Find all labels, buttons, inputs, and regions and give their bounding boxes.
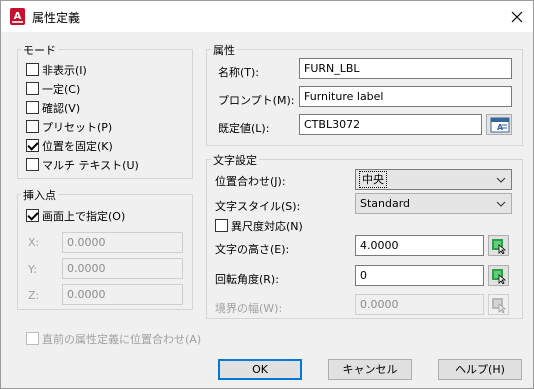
mode-invisible-checkbox[interactable]: 非表示(I) (26, 62, 87, 77)
z-label: Z: (28, 289, 40, 302)
prompt-label: プロンプト(M): (218, 94, 295, 107)
checkbox-label: マルチ テキスト(U) (42, 158, 139, 172)
text-style-label: 文字スタイル(S): (215, 200, 301, 213)
checkbox-label: 非表示(I) (42, 63, 87, 77)
boundary-width-field[interactable]: 0.0000 (355, 294, 484, 315)
svg-text:A: A (14, 11, 22, 22)
boundary-width-label: 境界の幅(W): (215, 302, 283, 315)
autocad-app-icon: A (10, 8, 25, 25)
checkbox-box[interactable] (26, 158, 39, 171)
x-label: X: (28, 236, 40, 249)
window-title: 属性定義 (32, 11, 81, 25)
pick-point-icon (492, 239, 507, 254)
tag-label: 名称(T): (218, 66, 260, 79)
checkbox-box[interactable] (26, 139, 39, 152)
insert-field-button[interactable]: A (486, 114, 512, 135)
checkbox-label: 確認(V) (42, 101, 81, 115)
y-field[interactable]: 0.0000 (62, 258, 183, 279)
rotation-label: 回転角度(R): (215, 273, 279, 286)
default-label: 既定値(L): (218, 122, 270, 135)
pick-point-icon (492, 298, 507, 313)
text-settings-group-label: 文字設定 (211, 152, 259, 168)
mode-verify-checkbox[interactable]: 確認(V) (26, 100, 80, 115)
checkbox-box[interactable] (26, 63, 39, 76)
help-button[interactable]: ヘルプ(H) (438, 359, 522, 380)
cancel-button[interactable]: キャンセル (328, 359, 412, 380)
align-below-previous-checkbox[interactable]: 直前の属性定義に位置合わせ(A) (26, 331, 201, 346)
y-label: Y: (28, 263, 37, 276)
chevron-down-icon (496, 177, 506, 183)
justification-label: 位置合わせ(J): (215, 175, 286, 188)
checkbox-box[interactable] (26, 332, 39, 345)
checkbox-box[interactable] (26, 82, 39, 95)
pick-rotation-button[interactable] (488, 265, 509, 286)
pick-height-button[interactable] (488, 235, 509, 256)
checkbox-label: 画面上で指定(O) (42, 209, 126, 223)
checkbox-label: 一定(C) (42, 82, 81, 96)
rotation-field[interactable]: 0 (355, 265, 484, 286)
ok-button[interactable]: OK (218, 359, 302, 380)
specify-on-screen-checkbox[interactable]: 画面上で指定(O) (26, 208, 125, 223)
annotative-checkbox[interactable]: 異尺度対応(N) (215, 218, 303, 233)
checkbox-box[interactable] (215, 219, 228, 232)
text-style-select[interactable]: Standard (355, 193, 512, 214)
close-icon[interactable] (506, 6, 528, 28)
title-bar[interactable]: A 属性定義 (1, 1, 533, 32)
pick-point-icon (492, 269, 507, 284)
pick-boundary-button[interactable] (488, 294, 509, 315)
mode-group-label: モード (21, 42, 58, 58)
mode-multiline-checkbox[interactable]: マルチ テキスト(U) (26, 157, 139, 172)
default-field[interactable]: CTBL3072 (299, 114, 482, 135)
z-field[interactable]: 0.0000 (62, 284, 183, 305)
text-height-field[interactable]: 4.0000 (355, 235, 484, 256)
insert-field-icon: A (490, 117, 510, 133)
checkbox-label: 異尺度対応(N) (231, 219, 303, 233)
mode-lock-position-checkbox[interactable]: 位置を固定(K) (26, 138, 113, 153)
checkbox-label: 直前の属性定義に位置合わせ(A) (42, 332, 202, 346)
attribute-group-label: 属性 (211, 42, 237, 58)
mode-preset-checkbox[interactable]: プリセット(P) (26, 119, 112, 134)
chevron-down-icon (496, 201, 506, 207)
checkbox-label: プリセット(P) (42, 120, 113, 134)
mode-constant-checkbox[interactable]: 一定(C) (26, 81, 80, 96)
tag-field[interactable]: FURN_LBL (299, 58, 512, 79)
checkbox-box[interactable] (26, 120, 39, 133)
checkbox-box[interactable] (26, 209, 39, 222)
prompt-field[interactable]: Furniture label (299, 86, 512, 107)
text-height-label: 文字の高さ(E): (215, 243, 290, 256)
attribute-definition-dialog: A 属性定義 モード 非表示(I) 一定(C) 確認(V) プリセット(P) 位… (0, 0, 534, 389)
text-style-value: Standard (360, 197, 411, 210)
checkbox-label: 位置を固定(K) (42, 139, 113, 153)
insertion-point-group-label: 挿入点 (21, 187, 58, 203)
justification-value: 中央 (359, 171, 387, 188)
checkbox-box[interactable] (26, 101, 39, 114)
x-field[interactable]: 0.0000 (62, 232, 183, 253)
justification-select[interactable]: 中央 (355, 169, 512, 190)
